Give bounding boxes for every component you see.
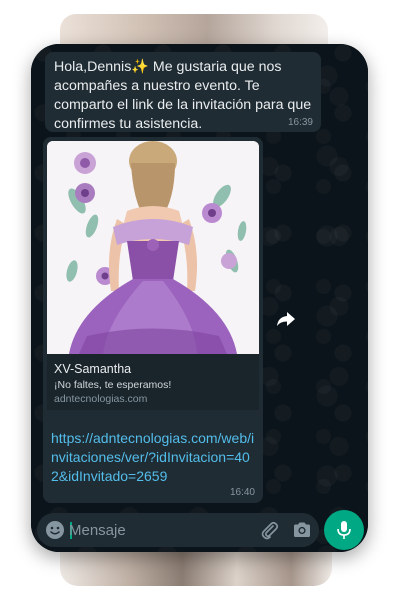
invitation-link[interactable]: https://adntecnologias.com/web/invitacio… [51,429,257,486]
chat-window: Hola,Dennis✨ Me gustaria que nos acompañ… [31,44,368,552]
message-input[interactable] [69,519,239,541]
link-domain: adntecnologias.com [54,393,148,405]
link-preview-meta[interactable]: XV-Samantha ¡No faltes, te esperamos! ad… [47,354,259,410]
forward-icon [277,312,295,326]
camera-icon [294,522,310,537]
message-bubble-link[interactable]: XV-Samantha ¡No faltes, te esperamos! ad… [43,137,263,503]
message-time: 16:40 [229,487,255,498]
link-description: ¡No faltes, te esperamos! [54,379,172,391]
message-composer [37,513,319,547]
emoji-icon [46,521,64,539]
invitation-preview-image[interactable] [47,141,259,354]
message-time: 16:39 [287,117,313,128]
emoji-button[interactable] [45,520,65,545]
voice-message-button[interactable] [324,510,364,550]
message-bubble-greeting[interactable]: Hola,Dennis✨ Me gustaria que nos acompañ… [45,52,321,132]
forward-button[interactable] [273,306,299,332]
attach-button[interactable] [259,520,279,545]
link-title: XV-Samantha [54,362,132,376]
paperclip-icon [261,521,279,540]
message-text: Hola,Dennis✨ Me gustaria que nos acompañ… [54,59,312,132]
camera-button[interactable] [292,521,312,544]
microphone-icon [337,521,351,539]
